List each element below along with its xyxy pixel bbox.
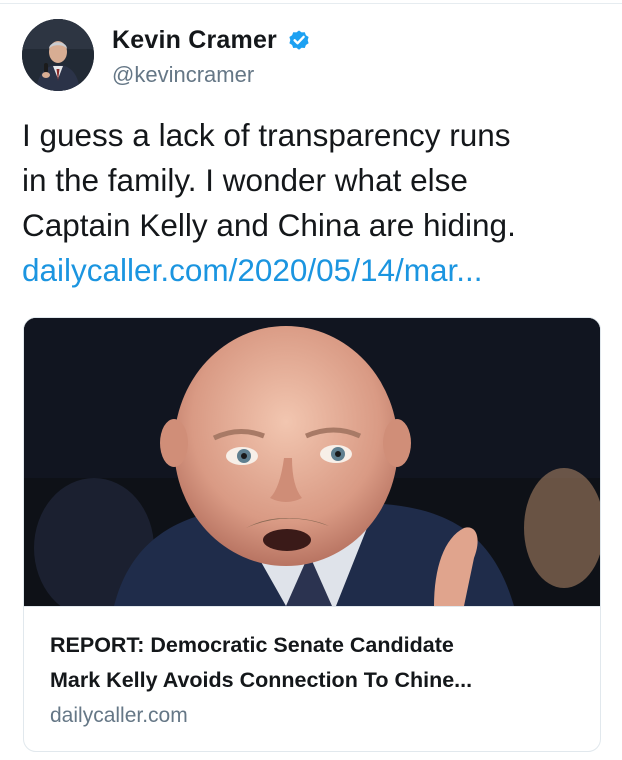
tweet-text-line: I guess a lack of transparency runs (22, 117, 511, 153)
card-title: REPORT: Democratic Senate Candidate Mark… (50, 628, 580, 698)
avatar[interactable] (22, 19, 94, 91)
card-body: REPORT: Democratic Senate Candidate Mark… (24, 606, 600, 751)
card-image (24, 318, 600, 606)
tweet-text-line: Captain Kelly and China are hiding. (22, 207, 516, 243)
divider (0, 3, 622, 4)
tweet: Kevin Cramer @kevincramer I guess a lack… (0, 0, 622, 760)
card-domain: dailycaller.com (50, 704, 188, 727)
card-title-line: REPORT: Democratic Senate Candidate (50, 633, 454, 657)
link-preview-card[interactable]: REPORT: Democratic Senate Candidate Mark… (23, 317, 601, 752)
tweet-text: I guess a lack of transparency runs in t… (22, 113, 612, 293)
avatar-image (22, 19, 94, 91)
verified-badge-icon (287, 28, 311, 52)
author-handle[interactable]: @kevincramer (112, 62, 254, 88)
author-row: Kevin Cramer (112, 25, 311, 55)
author-name[interactable]: Kevin Cramer (112, 26, 277, 55)
tweet-text-line: in the family. I wonder what else (22, 162, 468, 198)
card-title-line: Mark Kelly Avoids Connection To Chine... (50, 668, 473, 692)
tweet-link[interactable]: dailycaller.com/2020/05/14/mar... (22, 248, 612, 293)
